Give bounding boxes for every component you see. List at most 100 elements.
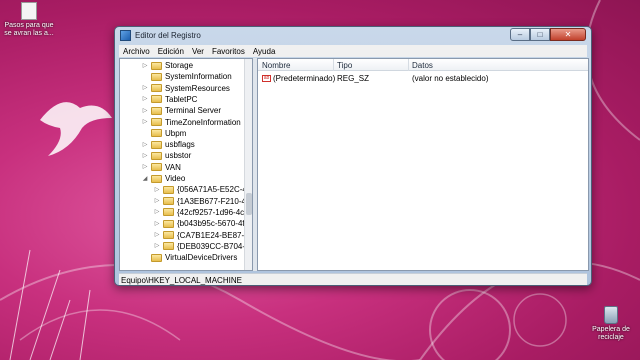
tree-item-label: {CA7B1E24-BE87-4F5: [177, 230, 253, 240]
table-row[interactable]: ab (Predeterminado) REG_SZ (valor no est…: [258, 73, 588, 84]
expand-arrow-icon[interactable]: ◢: [142, 176, 148, 182]
menu-favoritos[interactable]: Favoritos: [208, 47, 249, 56]
list-header: Nombre Tipo Datos: [258, 59, 588, 71]
expand-arrow-icon: [142, 130, 148, 136]
expand-arrow-icon[interactable]: ▷: [142, 153, 148, 159]
tree-scrollbar[interactable]: [244, 59, 252, 270]
folder-icon: [151, 106, 162, 115]
tree-item[interactable]: ▷ {056A71A5-E52C-4C: [154, 184, 253, 195]
expand-arrow-icon[interactable]: ▷: [142, 142, 148, 148]
tree-item[interactable]: ▷ SystemResources: [142, 83, 230, 94]
tree-item[interactable]: SystemInformation: [142, 71, 232, 82]
menu-archivo[interactable]: Archivo: [119, 47, 154, 56]
value-type: REG_SZ: [337, 74, 370, 83]
desktop-file-label: Pasos para que se avran las a...: [4, 22, 54, 37]
close-button[interactable]: ✕: [550, 28, 586, 41]
tree-item-label: {42cf9257-1d96-4c9c: [177, 207, 253, 217]
expand-arrow-icon: [142, 255, 148, 261]
registry-editor-window[interactable]: Editor del Registro – □ ✕ Archivo Edició…: [114, 26, 592, 286]
expand-arrow-icon[interactable]: ▷: [154, 209, 160, 215]
expand-arrow-icon[interactable]: ▷: [142, 63, 148, 69]
expand-arrow-icon[interactable]: ▷: [154, 187, 160, 193]
value-name: (Predeterminado): [273, 74, 336, 83]
expand-arrow-icon[interactable]: ▷: [154, 243, 160, 249]
recycle-bin-label: Papelera de reciclaje: [592, 326, 630, 341]
window-title: Editor del Registro: [135, 31, 201, 40]
tree-item-label: {DEB039CC-B704-4F: [177, 241, 253, 251]
tree-item[interactable]: ▷ {42cf9257-1d96-4c9c: [154, 207, 253, 218]
folder-icon: [151, 174, 162, 183]
tree-item[interactable]: ◢ Video: [142, 173, 186, 184]
expand-arrow-icon[interactable]: ▷: [142, 85, 148, 91]
expand-arrow-icon[interactable]: ▷: [154, 232, 160, 238]
tree-item[interactable]: ▷ {DEB039CC-B704-4F: [154, 241, 253, 252]
folder-icon: [163, 197, 174, 206]
value-data: (valor no establecido): [412, 74, 489, 83]
minimize-button[interactable]: –: [510, 28, 530, 41]
tree-item[interactable]: VirtualDeviceDrivers: [142, 252, 237, 263]
expand-arrow-icon: [142, 74, 148, 80]
menu-edicion[interactable]: Edición: [154, 47, 188, 56]
desktop-file-icon[interactable]: Pasos para que se avran las a...: [2, 2, 56, 38]
tree-item[interactable]: ▷ usbflags: [142, 139, 195, 150]
title-bar[interactable]: Editor del Registro – □ ✕: [115, 27, 591, 44]
folder-icon: [151, 163, 162, 172]
column-header-name[interactable]: Nombre: [262, 61, 290, 70]
menu-ayuda[interactable]: Ayuda: [249, 47, 280, 56]
tree-item-label: Video: [165, 174, 186, 183]
tree-item-label: SystemInformation: [165, 72, 232, 82]
expand-arrow-icon[interactable]: ▷: [142, 96, 148, 102]
menu-ver[interactable]: Ver: [188, 47, 208, 56]
tree-scroll-thumb[interactable]: [246, 193, 252, 215]
tree-item[interactable]: ▷ {b043b95c-5670-4f10: [154, 218, 252, 229]
tree-item-label: SystemResources: [165, 83, 230, 93]
status-bar: Equipo\HKEY_LOCAL_MACHINE: [119, 273, 587, 285]
tree-item[interactable]: ▷ TabletPC: [142, 94, 198, 105]
folder-icon: [151, 253, 162, 262]
tree-item-label: TabletPC: [165, 94, 198, 104]
status-path: Equipo\HKEY_LOCAL_MACHINE: [121, 276, 242, 285]
folder-icon: [151, 151, 162, 160]
folder-icon: [151, 129, 162, 138]
values-list[interactable]: Nombre Tipo Datos ab (Predeterminado) RE…: [257, 58, 589, 271]
tree-item[interactable]: ▷ VAN: [142, 162, 181, 173]
column-header-type[interactable]: Tipo: [337, 61, 352, 70]
tree-item-label: Terminal Server: [165, 106, 222, 116]
folder-icon: [163, 185, 174, 194]
tree-item[interactable]: ▷ {CA7B1E24-BE87-4F5: [154, 230, 253, 241]
folder-icon: [151, 61, 162, 70]
expand-arrow-icon[interactable]: ▷: [142, 164, 148, 170]
folder-icon: [163, 219, 174, 228]
tree-item[interactable]: ▷ Storage: [142, 60, 193, 71]
expand-arrow-icon[interactable]: ▷: [154, 198, 160, 204]
folder-icon: [151, 118, 162, 126]
tree-item-label: TimeZoneInformation: [165, 117, 241, 127]
tree-item-label: VAN: [165, 162, 181, 172]
regedit-icon: [120, 30, 131, 41]
expand-arrow-icon[interactable]: ▷: [154, 221, 160, 227]
folder-icon: [163, 208, 174, 217]
expand-arrow-icon[interactable]: ▷: [142, 108, 148, 114]
recycle-bin[interactable]: Papelera de reciclaje: [586, 306, 636, 342]
tree-item-label: {1A3EB677-F210-43A: [177, 196, 253, 206]
key-tree[interactable]: ▷ Storage SystemInformation ▷ SystemResource…: [119, 58, 253, 271]
folder-icon: [163, 231, 174, 239]
tree-item-label: VirtualDeviceDrivers: [165, 253, 238, 263]
tree-item[interactable]: ▷ usbstor: [142, 150, 192, 161]
tree-item-label: usbflags: [165, 140, 195, 150]
folder-icon: [151, 95, 162, 104]
document-icon: [21, 2, 37, 20]
menu-bar: Archivo Edición Ver Favoritos Ayuda: [119, 45, 587, 57]
expand-arrow-icon[interactable]: ▷: [142, 119, 148, 125]
tree-item-label: Ubpm: [165, 128, 187, 138]
column-header-data[interactable]: Datos: [412, 61, 433, 70]
maximize-button[interactable]: □: [530, 28, 550, 41]
tree-item[interactable]: ▷ Terminal Server: [142, 105, 221, 116]
tree-item-label: {056A71A5-E52C-4C: [177, 185, 253, 195]
tree-item[interactable]: ▷ TimeZoneInformation: [142, 117, 241, 128]
tree-item[interactable]: Ubpm: [142, 128, 186, 139]
recycle-bin-icon: [604, 306, 618, 324]
folder-icon: [151, 72, 162, 81]
tree-item[interactable]: ▷ {1A3EB677-F210-43A: [154, 196, 253, 207]
folder-icon: [151, 84, 162, 93]
